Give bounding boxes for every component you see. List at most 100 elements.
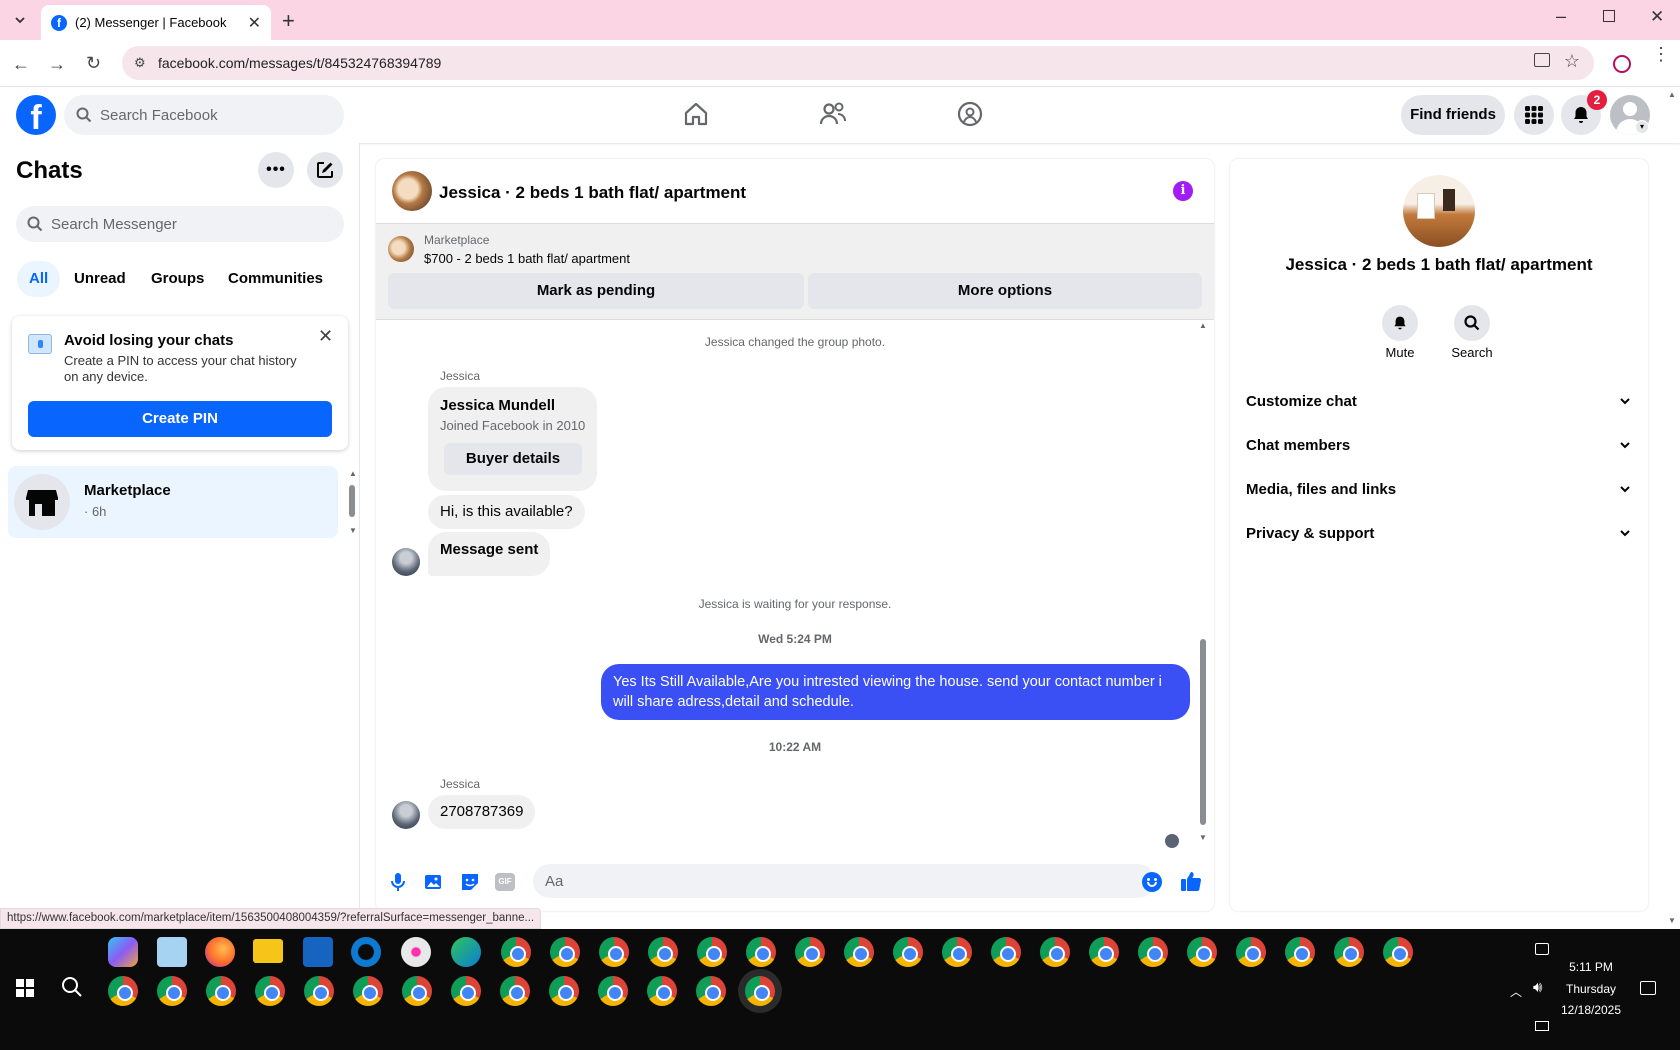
new-tab-button[interactable]: + [282,8,295,34]
chrome-window-icon[interactable] [550,937,580,967]
new-message-button[interactable] [307,152,343,188]
forward-button[interactable]: → [48,54,66,75]
messenger-search-input[interactable]: Search Messenger [16,206,344,242]
chrome-window-icon[interactable] [1040,937,1070,967]
file-explorer-icon[interactable] [253,939,283,963]
close-pin-card-icon[interactable]: ✕ [318,326,333,347]
chrome-window-active-icon[interactable] [745,976,775,1006]
filter-all[interactable]: All [17,261,61,297]
chrome-window-icon[interactable] [942,937,972,967]
page-scrollbar[interactable]: ▲ ▼ [1668,90,1678,926]
chrome-window-icon[interactable] [1285,937,1315,967]
chrome-window-icon[interactable] [206,976,236,1006]
chrome-window-icon[interactable] [1187,937,1217,967]
chrome-window-icon[interactable] [991,937,1021,967]
mute-button[interactable] [1382,305,1418,341]
start-windows-icon[interactable] [16,979,34,997]
tab-list-button[interactable] [8,10,32,30]
firefox-icon[interactable] [205,937,235,967]
accordion-customize-chat[interactable]: Customize chat [1246,381,1632,421]
chrome-window-icon[interactable] [647,976,677,1006]
restore-window-button[interactable] [1603,10,1615,22]
facebook-logo[interactable]: f [16,95,56,135]
conversation-title[interactable]: Jessica · 2 beds 1 bath flat/ apartment [439,183,746,203]
chrome-window-icon[interactable] [451,976,481,1006]
find-friends-button[interactable]: Find friends [1401,95,1505,135]
chrome-window-icon[interactable] [157,976,187,1006]
nav-friends[interactable] [819,101,847,127]
create-pin-button[interactable]: Create PIN [28,401,332,437]
chrome-window-icon[interactable] [893,937,923,967]
tray-chevron-up-icon[interactable]: ︿ [1510,983,1522,1000]
profile-icon[interactable] [1613,55,1631,73]
chrome-window-icon[interactable] [402,976,432,1006]
chrome-window-icon[interactable] [304,976,334,1006]
clock-time[interactable]: 5:11 PM [1560,960,1622,974]
reload-button[interactable]: ↻ [86,53,101,74]
listing-banner[interactable]: Marketplace $700 - 2 beds 1 bath flat/ a… [376,224,1214,319]
chrome-window-icon[interactable] [255,976,285,1006]
chrome-window-icon[interactable] [696,976,726,1006]
edge-dev-icon[interactable] [351,937,381,967]
filter-communities[interactable]: Communities [220,261,331,297]
close-window-button[interactable]: ✕ [1650,7,1664,27]
message-input[interactable]: Aa [533,864,1155,898]
chat-options-button[interactable]: ••• [258,152,294,188]
chrome-window-icon[interactable] [1383,937,1413,967]
chrome-window-icon[interactable] [795,937,825,967]
minimize-window-button[interactable]: – [1556,6,1566,27]
meet-now-icon[interactable] [1535,943,1549,955]
buyer-details-button[interactable]: Buyer details [444,443,582,475]
filter-groups[interactable]: Groups [143,261,212,297]
chrome-window-icon[interactable] [108,976,138,1006]
back-button[interactable]: ← [12,54,30,75]
chrome-window-icon[interactable] [1089,937,1119,967]
attach-photo-icon[interactable] [424,872,444,892]
install-app-icon[interactable] [1534,53,1550,67]
volume-icon[interactable]: 🔊︎ [1533,979,1542,996]
site-info-icon[interactable]: ⚙ [134,55,146,71]
accordion-media-files-links[interactable]: Media, files and links [1246,469,1632,509]
conversation-scrollbar[interactable]: ▲ ▼ [1198,321,1208,845]
copilot-icon[interactable] [108,937,138,967]
conversation-info-button[interactable]: i [1173,181,1193,201]
chrome-window-icon[interactable] [648,937,678,967]
chrome-window-icon[interactable] [501,937,531,967]
taskbar-search-icon[interactable] [61,976,83,998]
chrome-window-icon[interactable] [746,937,776,967]
chrome-window-icon[interactable] [844,937,874,967]
chrome-window-icon[interactable] [549,976,579,1006]
chrome-window-icon[interactable] [1138,937,1168,967]
more-options-button[interactable]: More options [808,273,1202,309]
chrome-window-icon[interactable] [1334,937,1364,967]
chrome-window-icon[interactable] [500,976,530,1006]
bookmark-star-icon[interactable]: ☆ [1564,51,1580,72]
chrome-window-icon[interactable] [697,937,727,967]
edge-icon[interactable] [451,937,481,967]
clock-date[interactable]: 12/18/2025 [1556,1003,1626,1017]
accordion-chat-members[interactable]: Chat members [1246,425,1632,465]
nav-home[interactable] [683,101,709,127]
like-thumb-icon[interactable] [1180,870,1202,892]
notepad-icon[interactable] [157,937,187,967]
address-bar[interactable]: ⚙ facebook.com/messages/t/84532476839478… [122,46,1594,80]
close-tab-icon[interactable]: ✕ [248,13,261,33]
remote-app-icon[interactable] [303,937,333,967]
chrome-window-icon[interactable] [598,976,628,1006]
emoji-icon[interactable] [1142,872,1162,892]
chrome-window-icon[interactable] [353,976,383,1006]
nav-groups[interactable] [957,101,983,127]
conversation-avatar[interactable] [392,171,432,211]
sidebar-scrollbar[interactable]: ▲ ▼ [349,469,357,539]
voice-clip-icon[interactable] [390,872,406,892]
search-conversation-button[interactable] [1454,305,1490,341]
chrome-window-icon[interactable] [1236,937,1266,967]
mark-pending-button[interactable]: Mark as pending [388,273,804,309]
browser-tab-active[interactable]: f (2) Messenger | Facebook ✕ [41,5,271,40]
network-icon[interactable] [1535,1021,1549,1031]
browser-menu-icon[interactable]: ⋮ [1652,45,1670,63]
chat-list-item[interactable]: Marketplace · 6h [8,466,338,538]
paint-icon[interactable] [401,937,431,967]
facebook-search-input[interactable]: Search Facebook [64,95,344,135]
clock-day[interactable]: Thursday [1560,982,1622,996]
